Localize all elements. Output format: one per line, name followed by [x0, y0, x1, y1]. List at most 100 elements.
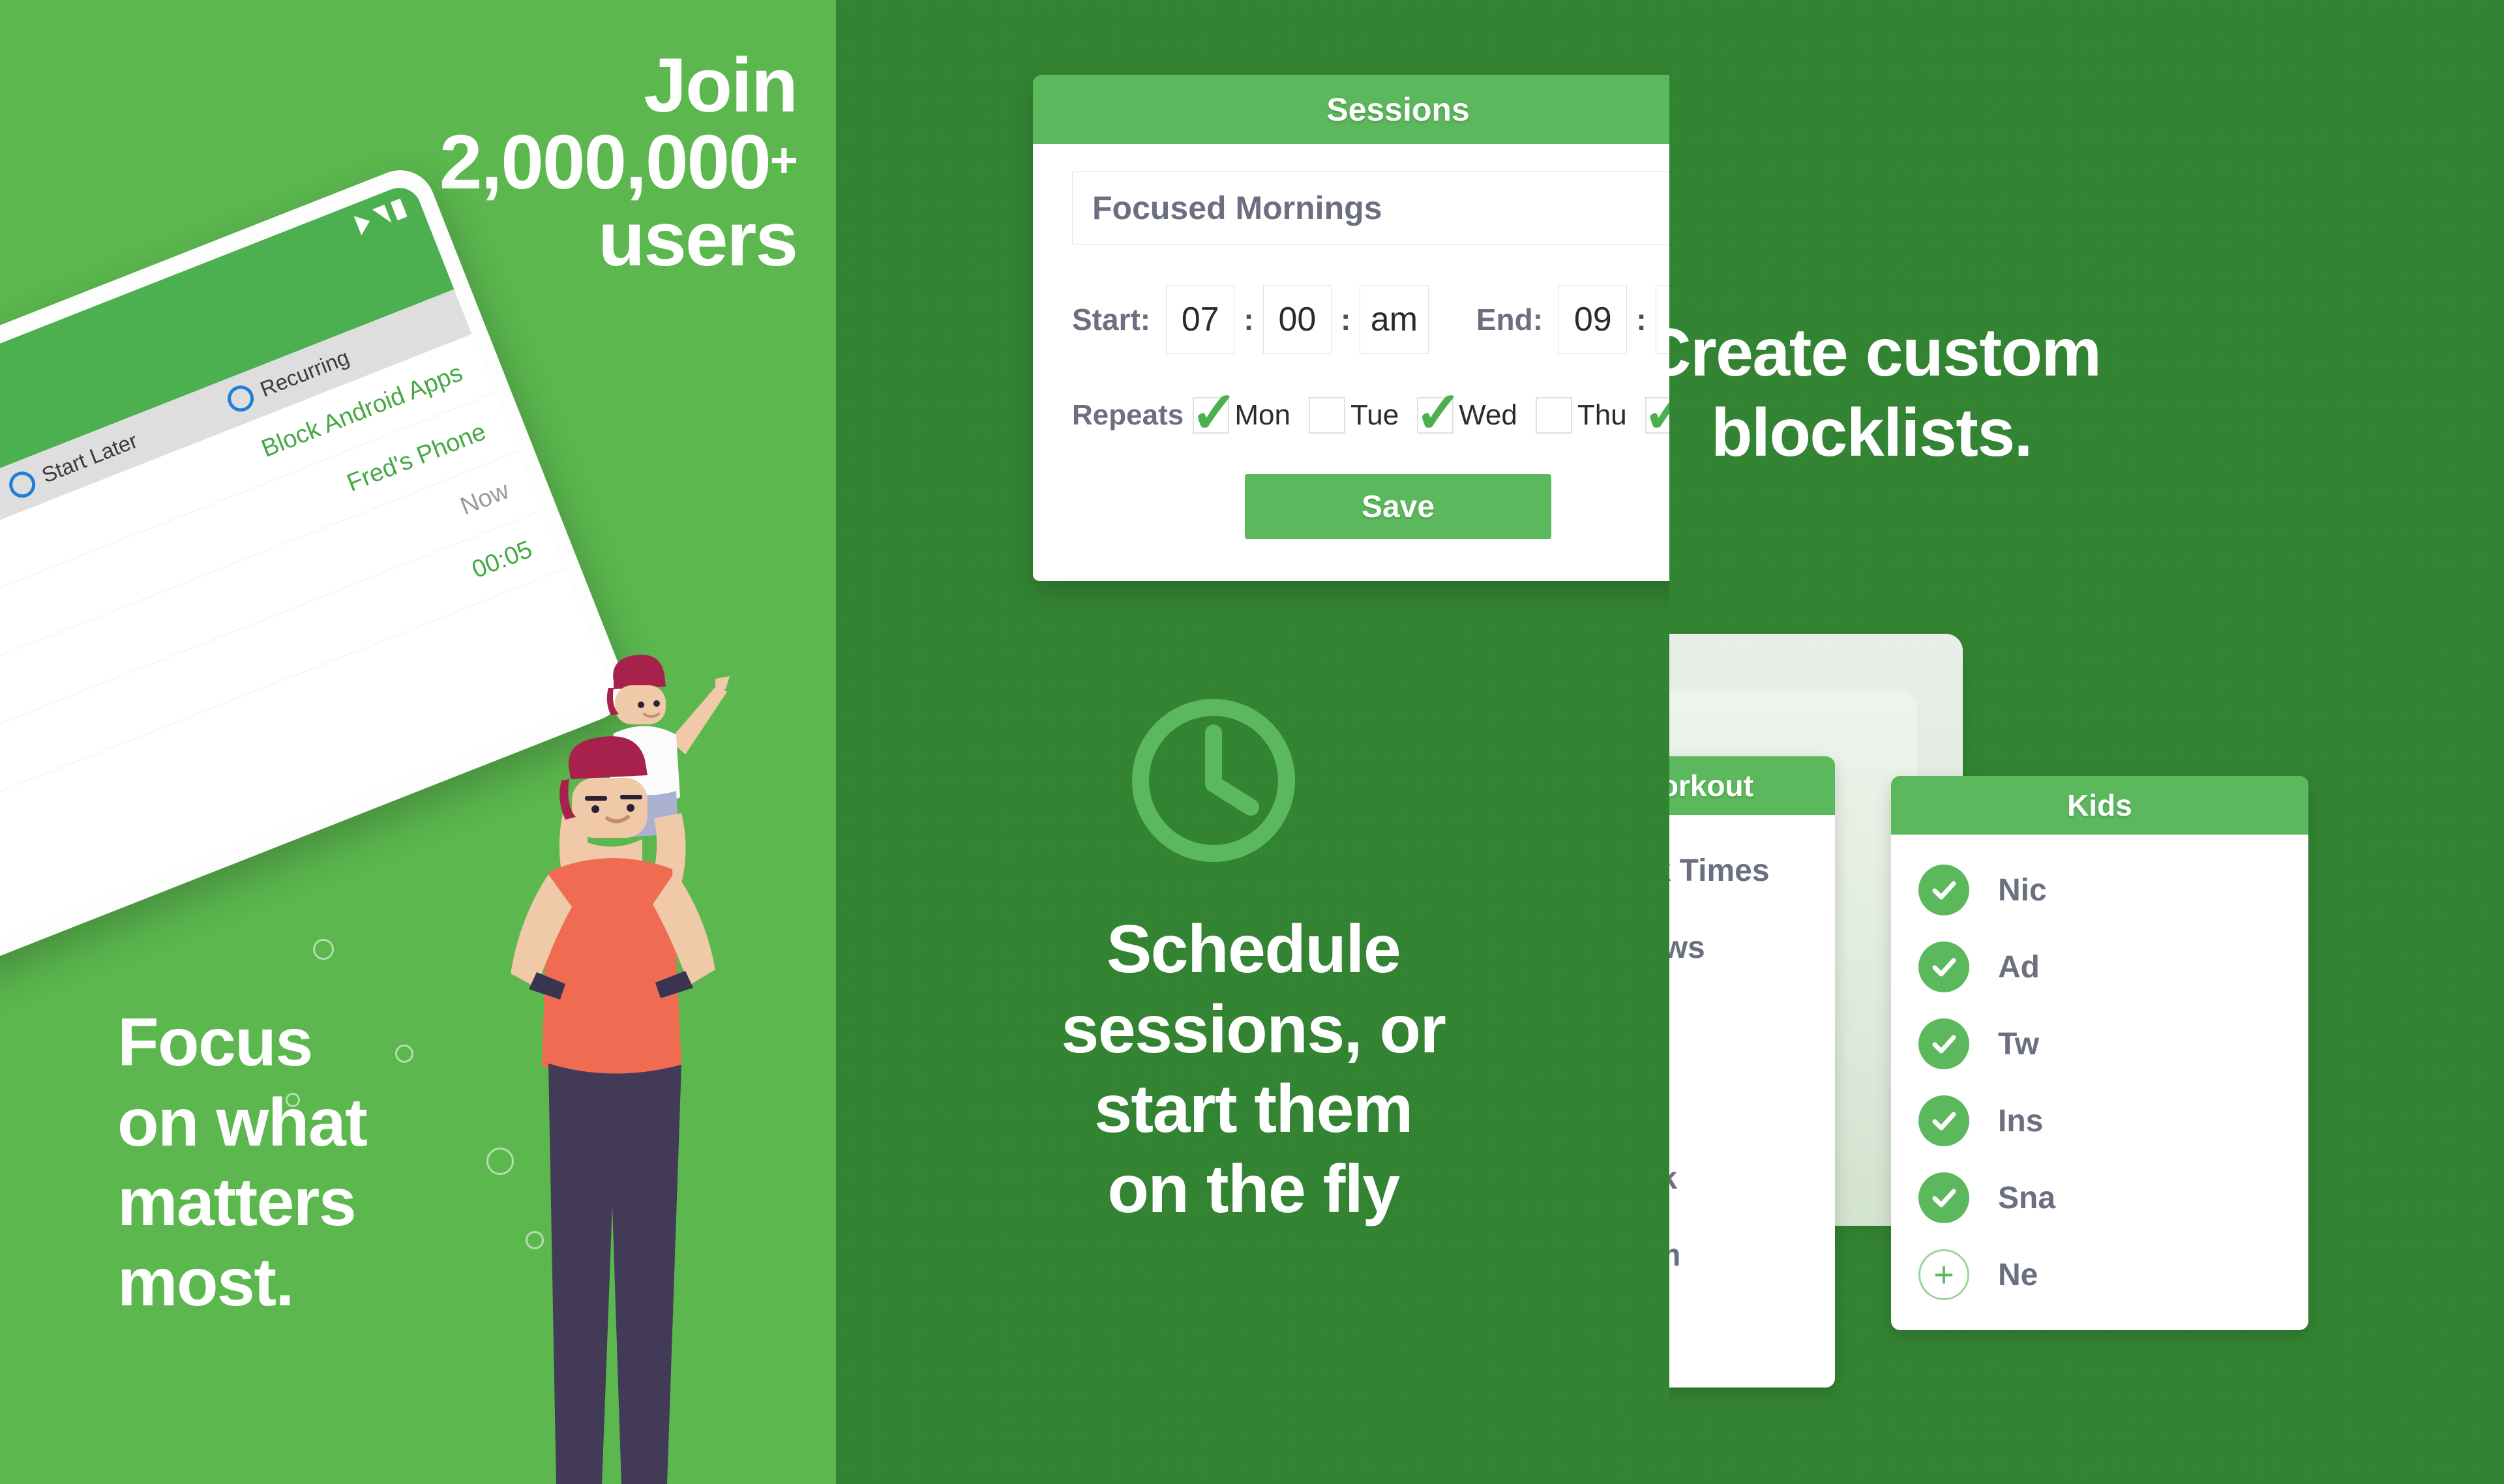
create-blocklists-heading: Create custom blocklists.	[1669, 313, 2361, 473]
list-item[interactable]: Pinterest	[1669, 1294, 1835, 1371]
repeats-row: Repeats ✓ Mon Tue ✓ Wed Thu ✓	[1072, 384, 1669, 441]
battery-icon	[390, 198, 408, 221]
checkbox-box	[1308, 397, 1345, 434]
save-button[interactable]: Save	[1245, 474, 1551, 539]
schedule-heading-line3: start them	[1094, 1071, 1413, 1148]
sessions-card: Sessions Focused Mornings Start: 07 : 00…	[1033, 75, 1669, 581]
start-hour-input[interactable]: 07	[1166, 285, 1235, 354]
day-label: Wed	[1459, 399, 1517, 431]
time-range-row: Start: 07 : 00 : am End: 09 :	[1072, 285, 1669, 354]
signal-icon	[372, 204, 392, 228]
list-item[interactable]: Sna	[1891, 1159, 2308, 1236]
end-minute-input[interactable]	[1655, 285, 1669, 354]
blocklist-card-kids: Kids Nic Ad Tw Ins Sna + Ne	[1891, 776, 2308, 1330]
check-icon[interactable]	[1918, 1172, 1969, 1223]
list-item-label: Tw	[1998, 1026, 2040, 1061]
blocklist-card-morning-workout: Morning Workout + New York Times Apple n…	[1669, 756, 1835, 1388]
list-item[interactable]: Tw	[1891, 1005, 2308, 1082]
focus-heading-line4: most.	[117, 1245, 294, 1321]
list-item[interactable]: + Ne	[1891, 1236, 2308, 1313]
list-item[interactable]: Ins	[1891, 1082, 2308, 1159]
list-item[interactable]: Amazon	[1669, 986, 1835, 1063]
list-item[interactable]: Nic	[1891, 852, 2308, 928]
check-icon[interactable]	[1918, 865, 1969, 915]
start-label: Start:	[1072, 303, 1151, 336]
start-minute-input[interactable]: 00	[1262, 285, 1332, 354]
day-checkbox-mon[interactable]: ✓ Mon	[1190, 384, 1290, 441]
promo-screenshot: Join 2,000,000+ users 12:19	[0, 0, 2504, 1484]
colon-separator: :	[1340, 303, 1351, 336]
day-checkbox-thu[interactable]: Thu	[1535, 397, 1627, 434]
create-heading-line1: Create custom	[1669, 315, 2102, 391]
start-meridiem-input[interactable]: am	[1360, 285, 1429, 354]
panel-create-blocklists: Create custom blocklists. ve 3pm ook ram	[1669, 0, 2504, 1484]
list-item-label: Ad	[1998, 949, 2040, 985]
list-item-label: Ins	[1998, 1103, 2044, 1138]
list-item-label: Apple news	[1669, 930, 1705, 965]
list-item-label: Sna	[1998, 1180, 2056, 1215]
list-item[interactable]: + New York Times	[1669, 832, 1835, 909]
blocklist-card-title: Kids	[1891, 776, 2308, 835]
day-checkbox-tue[interactable]: Tue	[1308, 397, 1399, 434]
focus-heading-line2: on what	[117, 1084, 368, 1161]
day-checkbox-wed[interactable]: ✓ Wed	[1414, 384, 1517, 441]
save-button-label: Save	[1361, 489, 1435, 524]
wifi-icon	[353, 211, 374, 236]
blocklist-items: Nic Ad Tw Ins Sna + Ne	[1891, 835, 2308, 1330]
focus-heading-line1: Focus	[117, 1005, 313, 1080]
list-item[interactable]: Ad	[1891, 928, 2308, 1005]
check-icon[interactable]	[1918, 1095, 1969, 1146]
schedule-heading-line2: sessions, or	[1061, 991, 1446, 1067]
check-icon: ✓	[1414, 380, 1463, 445]
list-item[interactable]: Twitter	[1669, 1063, 1835, 1140]
day-checkbox-fri[interactable]: ✓ Fri	[1643, 384, 1669, 441]
list-item[interactable]: Facebook	[1669, 1140, 1835, 1217]
blocklist-card-title: Morning Workout	[1669, 756, 1835, 815]
create-heading-line2: blocklists.	[1710, 394, 2033, 471]
focus-heading-line3: matters	[117, 1165, 357, 1241]
check-icon[interactable]	[1918, 1018, 1969, 1069]
list-item-label: Instagram	[1669, 1238, 1680, 1273]
row-value: 00:05	[468, 535, 536, 584]
colon-separator: :	[1244, 303, 1254, 336]
end-label: End:	[1476, 303, 1543, 336]
end-hour-input[interactable]: 09	[1558, 285, 1628, 354]
sessions-card-titlebar: Sessions	[1033, 75, 1669, 144]
schedule-heading-line4: on the fly	[1107, 1151, 1400, 1228]
list-item[interactable]: Instagram	[1669, 1217, 1835, 1294]
list-item-label: Ne	[1998, 1257, 2038, 1292]
focus-heading: Focus on what matters most.	[117, 1003, 561, 1323]
panel-schedule-sessions: Sessions Focused Mornings Start: 07 : 00…	[836, 0, 1669, 1484]
check-icon: ✓	[1642, 380, 1669, 445]
sessions-card-body: Focused Mornings Start: 07 : 00 : am End…	[1033, 144, 1669, 581]
join-heading-line1: Join	[644, 42, 798, 128]
colon-separator: :	[1636, 303, 1647, 336]
bubble-decoration	[313, 939, 334, 960]
status-bar-icons	[353, 198, 408, 236]
session-name-value: Focused Mornings	[1092, 190, 1382, 226]
check-icon[interactable]	[1918, 942, 1969, 992]
session-name-input[interactable]: Focused Mornings	[1072, 171, 1669, 245]
day-label: Mon	[1234, 399, 1290, 431]
list-item[interactable]: Apple news	[1669, 909, 1835, 986]
schedule-heading-line1: Schedule	[1106, 912, 1401, 987]
add-icon[interactable]: +	[1918, 1249, 1969, 1300]
list-item-label: Nic	[1998, 872, 2047, 908]
clock-icon	[1132, 699, 1295, 862]
repeats-label: Repeats	[1072, 399, 1184, 431]
blocklist-title-text: Morning Workout	[1669, 769, 1753, 803]
sessions-title: Sessions	[1326, 91, 1470, 128]
day-label: Tue	[1350, 399, 1399, 431]
checkbox-box	[1535, 397, 1572, 434]
join-heading-plus: +	[769, 133, 798, 187]
bulleted-list-icon	[1669, 85, 1702, 254]
panel-join-users: Join 2,000,000+ users 12:19	[0, 0, 836, 1484]
blocklist-title-text: Kids	[2067, 788, 2132, 822]
list-item-label: New York Times	[1669, 853, 1770, 888]
blocklist-items: + New York Times Apple news Amazon Twitt…	[1669, 815, 1835, 1388]
day-label: Thu	[1577, 399, 1627, 431]
check-icon: ✓	[1190, 380, 1239, 445]
list-item-label: Facebook	[1669, 1161, 1677, 1196]
row-value: Now	[456, 476, 513, 520]
schedule-heading: Schedule sessions, or start them on the …	[875, 910, 1632, 1230]
